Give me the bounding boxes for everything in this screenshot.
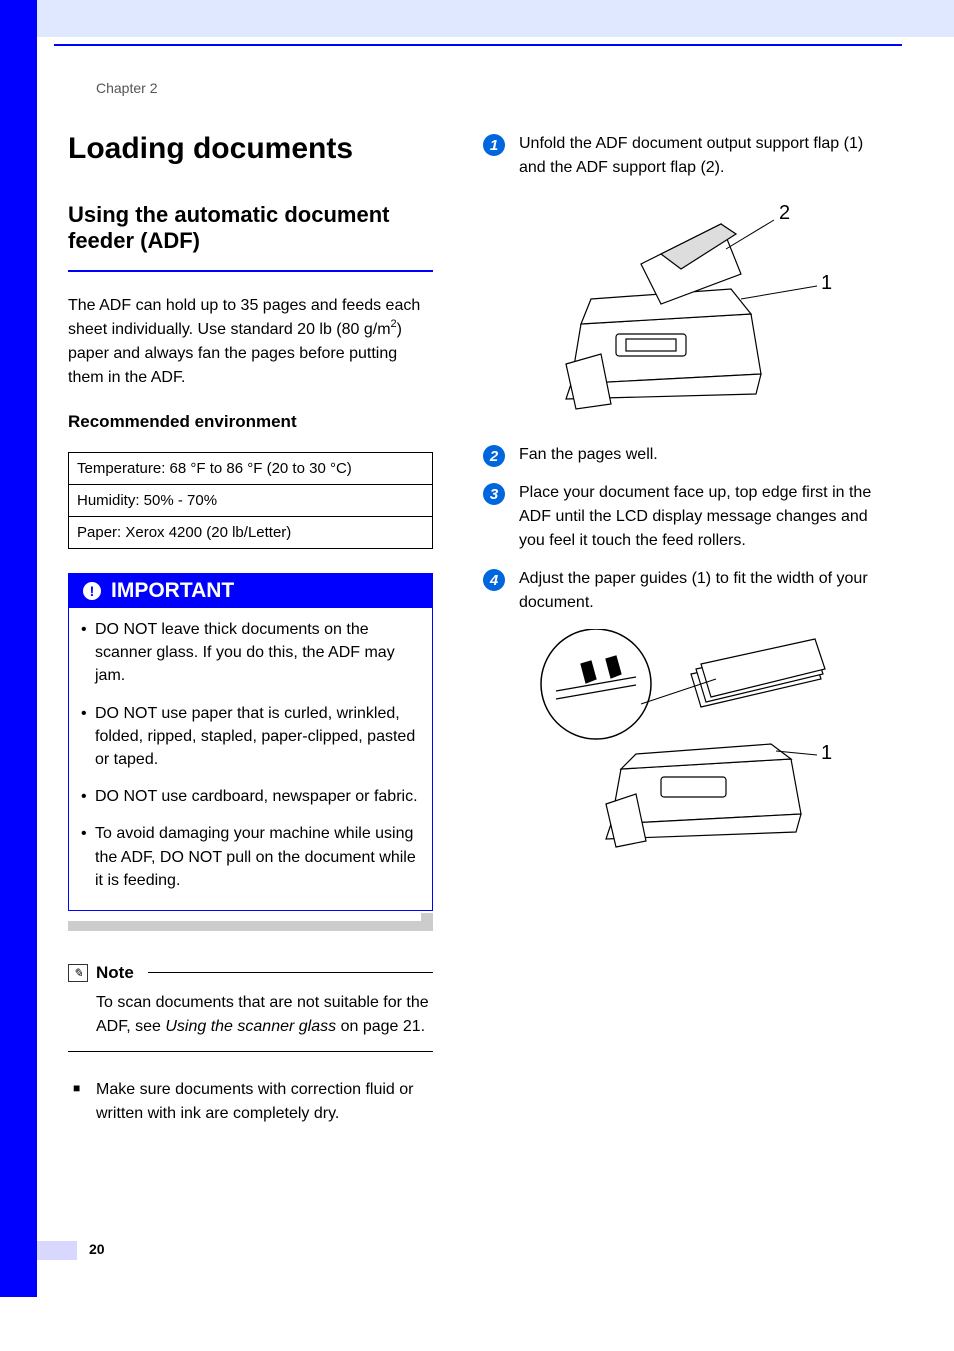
step-text: Fan the pages well. — [519, 443, 658, 467]
header-background — [37, 0, 954, 37]
step-number: 2 — [483, 445, 505, 467]
fig-label-1: 1 — [821, 742, 832, 764]
step: 1 Unfold the ADF document output support… — [483, 132, 878, 180]
page-title: Loading documents — [68, 132, 433, 166]
section-intro: The ADF can hold up to 35 pages and feed… — [68, 294, 433, 390]
note-body: To scan documents that are not suitable … — [68, 991, 433, 1039]
important-shadow — [68, 921, 433, 931]
note-rule — [148, 972, 433, 973]
important-item: DO NOT use cardboard, newspaper or fabri… — [81, 785, 420, 808]
environment-table: Temperature: 68 °F to 86 °F (20 to 30 °C… — [68, 452, 433, 549]
env-row: Temperature: 68 °F to 86 °F (20 to 30 °C… — [69, 453, 432, 485]
fig-label-2: 2 — [779, 202, 790, 224]
step-number: 1 — [483, 134, 505, 156]
header-rule — [54, 44, 902, 46]
step-text: Adjust the paper guides (1) to fit the w… — [519, 567, 878, 615]
fig-label-1: 1 — [821, 272, 832, 294]
square-bullet-note: Make sure documents with correction flui… — [68, 1078, 433, 1126]
env-row: Paper: Xerox 4200 (20 lb/Letter) — [69, 517, 432, 548]
section-heading: Using the automatic document feeder (ADF… — [68, 202, 433, 254]
figure-adf-flaps: 2 1 — [483, 194, 878, 419]
important-box: ! IMPORTANT DO NOT leave thick documents… — [68, 573, 433, 911]
chapter-label: Chapter 2 — [96, 80, 157, 96]
left-sidebar — [0, 37, 37, 1297]
step-number: 3 — [483, 483, 505, 505]
page-number: 20 — [89, 1241, 105, 1257]
note-label: Note — [96, 963, 134, 983]
step: 2 Fan the pages well. — [483, 443, 878, 467]
important-item: DO NOT use paper that is curled, wrinkle… — [81, 702, 420, 772]
step-number: 4 — [483, 569, 505, 591]
header-corner — [0, 0, 37, 37]
pencil-icon: ✎ — [68, 964, 88, 982]
step-text: Place your document face up, top edge fi… — [519, 481, 878, 553]
important-item: To avoid damaging your machine while usi… — [81, 822, 420, 892]
step: 4 Adjust the paper guides (1) to fit the… — [483, 567, 878, 615]
important-item: DO NOT leave thick documents on the scan… — [81, 618, 420, 688]
important-header: ! IMPORTANT — [69, 574, 432, 608]
important-label: IMPORTANT — [111, 579, 234, 603]
page-content: Loading documents Using the automatic do… — [68, 132, 902, 1126]
page-number-background — [37, 1241, 77, 1260]
env-heading: Recommended environment — [68, 412, 433, 432]
figure-paper-guides: 1 — [483, 629, 878, 859]
env-row: Humidity: 50% - 70% — [69, 485, 432, 517]
step: 3 Place your document face up, top edge … — [483, 481, 878, 553]
note-bottom-rule — [68, 1051, 433, 1052]
exclamation-icon: ! — [83, 582, 101, 600]
note-block: ✎ Note To scan documents that are not su… — [68, 963, 433, 1052]
step-text: Unfold the ADF document output support f… — [519, 132, 878, 180]
